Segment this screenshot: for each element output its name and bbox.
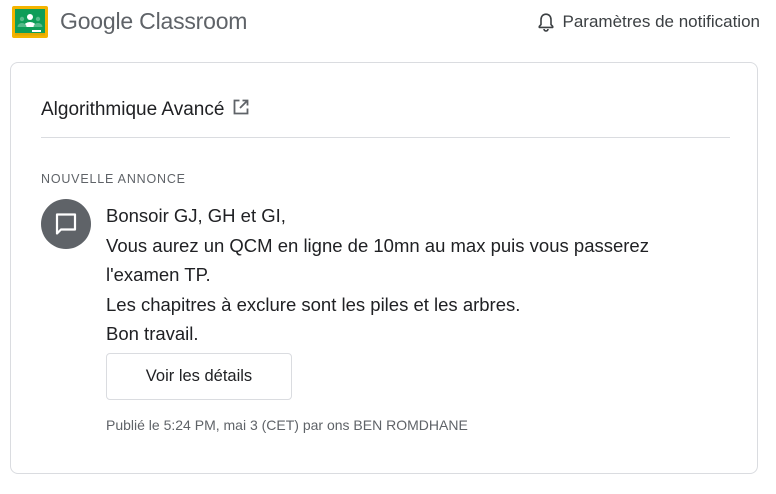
app-header: Google Classroom Paramètres de notificat… bbox=[0, 0, 776, 46]
notification-settings-link[interactable]: Paramètres de notification bbox=[537, 12, 761, 32]
message-line: l'examen TP. bbox=[106, 264, 211, 285]
announcement-card: Algorithmique Avancé NOUVELLE ANNONCE Bo… bbox=[10, 62, 758, 474]
bell-icon bbox=[537, 12, 555, 32]
announcement-message: Bonsoir GJ, GH et GI, Vous aurez un QCM … bbox=[106, 201, 726, 349]
notification-settings-label: Paramètres de notification bbox=[562, 12, 761, 31]
course-link[interactable]: Algorithmique Avancé bbox=[41, 98, 250, 122]
message-line: Les chapitres à exclure sont les piles e… bbox=[106, 293, 521, 315]
message-line: Bon travail. bbox=[106, 323, 199, 344]
course-name: Algorithmique Avancé bbox=[41, 99, 225, 120]
open-in-new-icon bbox=[232, 98, 250, 122]
announcement-icon bbox=[41, 199, 91, 249]
posted-info: Publié le 5:24 PM, mai 3 (CET) par ons B… bbox=[106, 417, 468, 433]
message-line: Bonsoir GJ, GH et GI, bbox=[106, 205, 286, 226]
section-label: NOUVELLE ANNONCE bbox=[41, 172, 186, 186]
view-details-button[interactable]: Voir les détails bbox=[106, 353, 292, 400]
divider bbox=[41, 137, 730, 138]
brand-title[interactable]: Google Classroom bbox=[60, 8, 247, 35]
google-classroom-logo[interactable] bbox=[12, 6, 48, 38]
message-line: Vous aurez un QCM en ligne de 10mn au ma… bbox=[106, 234, 649, 256]
